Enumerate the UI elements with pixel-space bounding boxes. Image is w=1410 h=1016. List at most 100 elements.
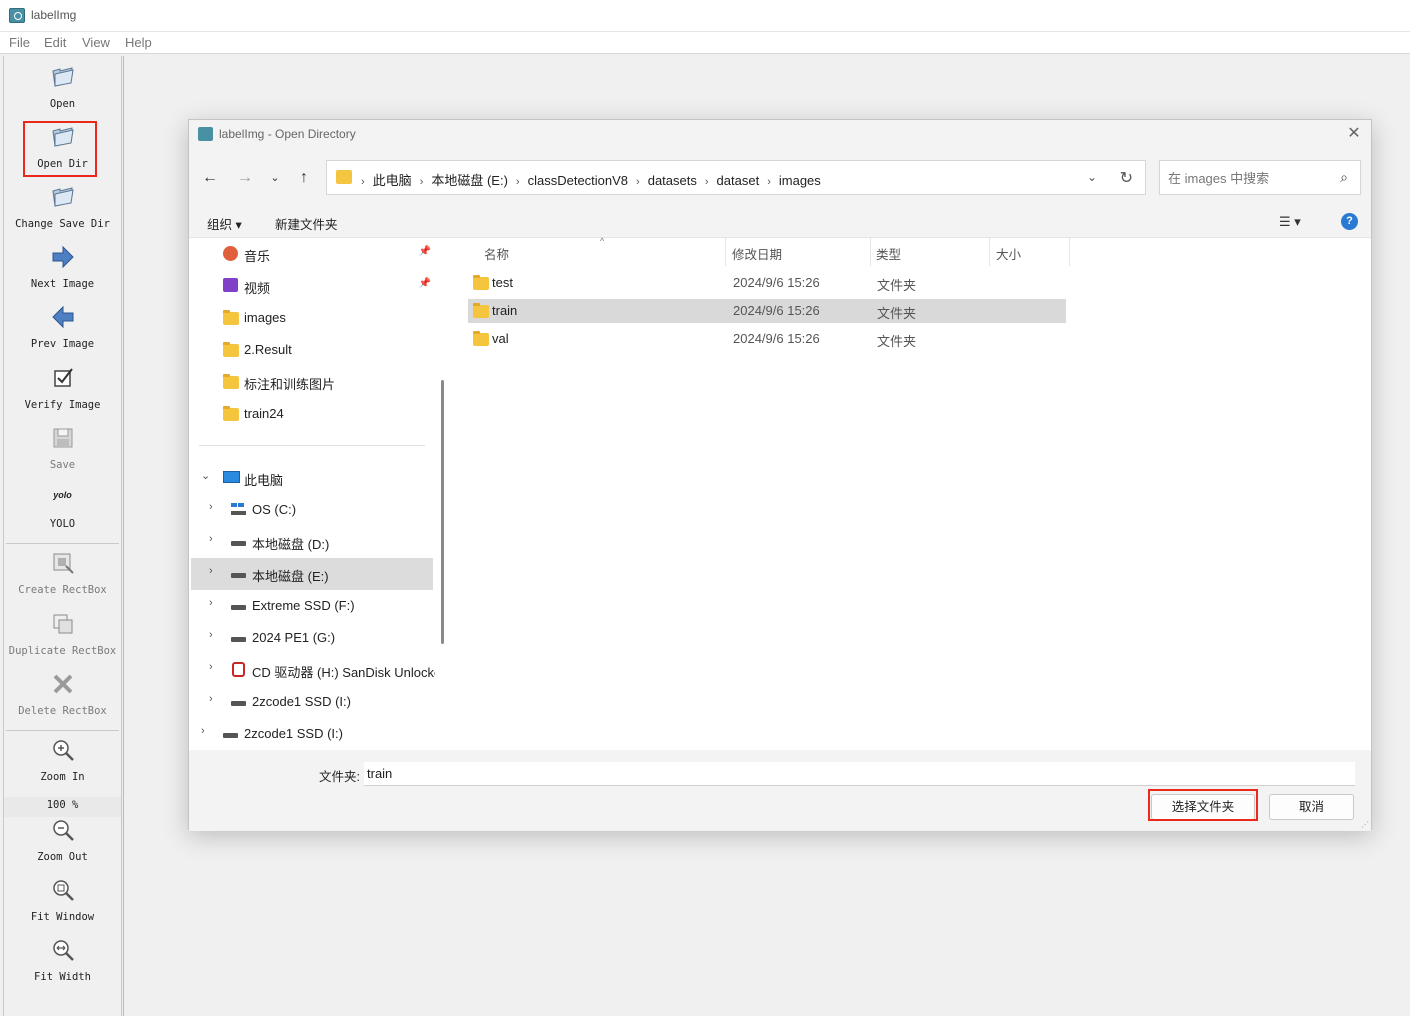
recent-dropdown-icon[interactable]: ⌄ — [263, 166, 287, 190]
nav-item-label: 2.Result — [244, 342, 292, 357]
column-divider[interactable] — [1069, 238, 1070, 266]
column-divider[interactable] — [989, 238, 990, 266]
folder-input[interactable] — [364, 762, 1355, 786]
fit-window-button[interactable]: Fit Window — [4, 877, 121, 923]
next-image-label: Next Image — [30, 278, 95, 290]
breadcrumb-item[interactable]: images — [779, 173, 821, 188]
nav-item-label: CD 驱动器 (H:) SanDisk Unlocke — [252, 665, 435, 680]
up-arrow-icon[interactable]: ↑ — [292, 166, 316, 190]
nav-item-label: 2024 PE1 (G:) — [252, 630, 336, 645]
nav-item-video[interactable]: 视频 📌 — [189, 270, 435, 302]
next-image-button[interactable]: Next Image — [4, 244, 121, 290]
breadcrumb-item[interactable]: 此电脑 — [373, 173, 412, 188]
verify-image-button[interactable]: Verify Image — [4, 365, 121, 411]
view-options-icon[interactable]: ☰ ▾ — [1279, 214, 1301, 230]
drive-icon — [231, 541, 246, 546]
save-label: Save — [49, 459, 76, 471]
yolo-logo-icon: yolo — [53, 490, 72, 500]
nav-item-drive-i[interactable]: › 2zcode1 SSD (I:) — [189, 686, 435, 718]
nav-item-train24[interactable]: train24 — [189, 398, 435, 430]
menu-edit[interactable]: Edit — [44, 35, 66, 50]
nav-item-drive-c[interactable]: › OS (C:) — [189, 494, 435, 526]
refresh-icon[interactable]: ↻ — [1120, 168, 1133, 188]
column-divider[interactable] — [870, 238, 871, 266]
help-icon[interactable]: ? — [1341, 213, 1358, 230]
forward-arrow-icon[interactable]: → — [233, 166, 257, 190]
address-dropdown-icon[interactable]: ⌄ — [1087, 170, 1097, 184]
search-input[interactable] — [1168, 168, 1328, 188]
menu-help[interactable]: Help — [125, 35, 152, 50]
nav-item-annotation[interactable]: 标注和训练图片 — [189, 366, 435, 398]
prev-image-button[interactable]: Prev Image — [4, 304, 121, 350]
new-folder-button[interactable]: 新建文件夹 — [275, 214, 338, 233]
delete-rectbox-button[interactable]: Delete RectBox — [4, 671, 121, 717]
file-row[interactable]: train 2024/9/6 15:26 文件夹 — [468, 299, 1066, 323]
drive-icon — [223, 733, 238, 738]
search-icon[interactable]: ⌕ — [1340, 169, 1348, 186]
nav-item-images[interactable]: images — [189, 302, 435, 334]
column-header-modified[interactable]: 修改日期 — [732, 244, 782, 263]
drive-icon — [231, 637, 246, 642]
column-header-type[interactable]: 类型 — [876, 244, 901, 263]
nav-scrollbar[interactable] — [441, 380, 444, 644]
breadcrumb-item[interactable]: datasets — [648, 173, 697, 188]
sort-ascending-icon: ^ — [600, 236, 605, 246]
labelimg-app-icon — [198, 127, 213, 141]
close-icon[interactable]: ✕ — [1345, 125, 1363, 143]
duplicate-rectbox-button[interactable]: Duplicate RectBox — [4, 611, 121, 657]
zoom-out-icon — [52, 820, 74, 841]
fit-width-button[interactable]: Fit Width — [4, 937, 121, 983]
zoom-in-button[interactable]: Zoom In — [4, 737, 121, 783]
nav-item-drive-i-root[interactable]: › 2zcode1 SSD (I:) — [189, 718, 435, 750]
back-arrow-icon[interactable]: ← — [198, 166, 222, 190]
breadcrumb-item[interactable]: 本地磁盘 (E:) — [431, 173, 508, 188]
zoom-in-label: Zoom In — [40, 771, 85, 783]
create-rectbox-button[interactable]: Create RectBox — [4, 550, 121, 596]
fit-width-icon — [52, 940, 74, 961]
zoom-out-button[interactable]: Zoom Out — [4, 817, 121, 863]
menu-file[interactable]: File — [9, 35, 30, 50]
nav-item-this-pc[interactable]: ⌄ 此电脑 — [189, 462, 435, 494]
change-save-dir-label: Change Save Dir — [15, 218, 110, 230]
nav-item-result[interactable]: 2.Result — [189, 334, 435, 366]
create-rect-icon — [53, 553, 74, 574]
column-header-size[interactable]: 大小 — [996, 244, 1021, 263]
organize-menu[interactable]: 组织 ▾ — [207, 214, 242, 233]
zoom-level-field[interactable]: 100 % — [4, 797, 121, 817]
breadcrumb-item[interactable]: dataset — [717, 173, 760, 188]
save-button[interactable]: Save — [4, 425, 121, 471]
folder-icon — [336, 170, 352, 184]
nav-item-label: 此电脑 — [244, 473, 284, 488]
resize-grip-icon[interactable]: ⋰ — [1361, 820, 1369, 829]
change-save-dir-button[interactable]: Change Save Dir — [4, 184, 121, 230]
chevron-right-icon: › — [209, 661, 213, 673]
nav-item-label: 标注和训练图片 — [244, 377, 336, 392]
nav-item-music[interactable]: 音乐 📌 — [189, 238, 435, 270]
nav-item-drive-e[interactable]: › 本地磁盘 (E:) — [191, 558, 433, 590]
folder-icon — [223, 374, 239, 389]
column-divider[interactable] — [725, 238, 726, 266]
nav-item-drive-f[interactable]: › Extreme SSD (F:) — [189, 590, 435, 622]
file-row[interactable]: test 2024/9/6 15:26 文件夹 — [468, 271, 1066, 295]
nav-item-drive-h[interactable]: › CD 驱动器 (H:) SanDisk Unlocke — [189, 654, 435, 686]
folder-icon — [473, 331, 489, 346]
chevron-right-icon: › — [209, 501, 213, 513]
yolo-format-button[interactable]: yolo YOLO — [4, 490, 121, 530]
file-row[interactable]: val 2024/9/6 15:26 文件夹 — [468, 327, 1066, 351]
nav-item-drive-d[interactable]: › 本地磁盘 (D:) — [189, 526, 435, 558]
nav-item-drive-g[interactable]: › 2024 PE1 (G:) — [189, 622, 435, 654]
file-date: 2024/9/6 15:26 — [733, 331, 820, 346]
navigation-pane: 音乐 📌 视频 📌 images 2.Result 标注和训练图片 train2… — [189, 238, 435, 750]
menubar: File Edit View Help — [0, 32, 1410, 54]
cancel-button[interactable]: 取消 — [1269, 794, 1354, 820]
breadcrumb-item[interactable]: classDetectionV8 — [528, 173, 628, 188]
file-list: ^ 名称 修改日期 类型 大小 test 2024/9/6 15:26 文件夹 … — [452, 236, 1371, 750]
file-date: 2024/9/6 15:26 — [733, 275, 820, 290]
floppy-disk-icon — [53, 428, 72, 448]
address-bar[interactable]: › 此电脑 › 本地磁盘 (E:) › classDetectionV8 › datasets… — [326, 160, 1146, 195]
open-button[interactable]: Open — [4, 64, 121, 110]
menu-view[interactable]: View — [82, 35, 110, 50]
column-header-name[interactable]: 名称 — [484, 244, 509, 263]
app-titlebar: labelImg — [0, 0, 1410, 32]
app-title: labelImg — [31, 8, 77, 22]
